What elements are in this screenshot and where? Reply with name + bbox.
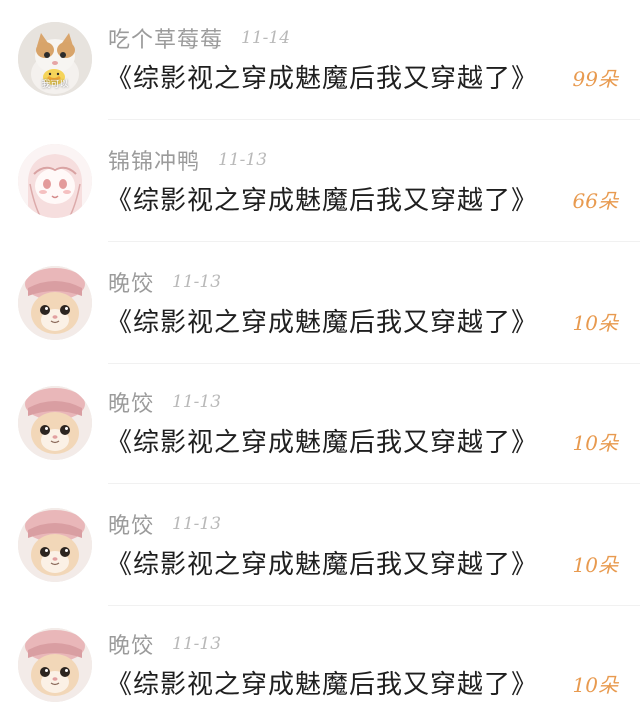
avatar[interactable] [18, 144, 92, 218]
flower-count: 99朵 [572, 67, 618, 91]
avatar[interactable]: 我可以 [18, 22, 92, 96]
comment-text: 《综影视之穿成魅魔后我又穿越了》 [106, 64, 539, 94]
flower-count: 66朵 [572, 189, 618, 213]
username[interactable]: 晚饺 [108, 386, 154, 418]
comment-item[interactable]: 晚饺 11-13 《综影视之穿成魅魔后我又穿越了》 10朵 [0, 364, 640, 484]
username[interactable]: 锦锦冲鸭 [108, 144, 200, 176]
cat-in-pink-hat-avatar-icon [18, 508, 92, 582]
comment-item[interactable]: 锦锦冲鸭 11-13 《综影视之穿成魅魔后我又穿越了》 66朵 [0, 122, 640, 242]
comment-date: 11-13 [172, 272, 222, 292]
comment-item[interactable]: 我可以 吃个草莓莓 11-14 《综影视之穿成魅魔后我又穿越了》 99朵 [0, 0, 640, 120]
comment-list: 我可以 吃个草莓莓 11-14 《综影视之穿成魅魔后我又穿越了》 99朵 锦锦冲… [0, 0, 640, 728]
comment-date: 11-14 [241, 28, 291, 48]
comment-meta: 锦锦冲鸭 11-13 [108, 144, 267, 176]
flower-count: 10朵 [572, 553, 618, 577]
flower-count: 10朵 [572, 311, 618, 335]
comment-meta: 晚饺 11-13 [108, 508, 221, 540]
username[interactable]: 晚饺 [108, 508, 154, 540]
flower-count: 10朵 [572, 431, 618, 455]
comment-date: 11-13 [172, 634, 222, 654]
anime-girl-avatar-icon [18, 144, 92, 218]
comment-text: 《综影视之穿成魅魔后我又穿越了》 [106, 186, 539, 216]
divider [108, 119, 640, 120]
comment-text: 《综影视之穿成魅魔后我又穿越了》 [106, 428, 539, 458]
comment-text: 《综影视之穿成魅魔后我又穿越了》 [106, 670, 539, 700]
comment-item[interactable]: 晚饺 11-13 《综影视之穿成魅魔后我又穿越了》 10朵 [0, 486, 640, 606]
comment-date: 11-13 [218, 150, 268, 170]
cat-in-pink-hat-avatar-icon [18, 628, 92, 702]
avatar[interactable] [18, 266, 92, 340]
comment-date: 11-13 [172, 392, 222, 412]
comment-meta: 晚饺 11-13 [108, 386, 221, 418]
comment-meta: 吃个草莓莓 11-14 [108, 22, 290, 54]
comment-date: 11-13 [172, 514, 222, 534]
comment-text: 《综影视之穿成魅魔后我又穿越了》 [106, 308, 539, 338]
cat-in-pink-hat-avatar-icon [18, 266, 92, 340]
comment-meta: 晚饺 11-13 [108, 266, 221, 298]
cat-in-pink-hat-avatar-icon [18, 386, 92, 460]
username[interactable]: 吃个草莓莓 [108, 22, 223, 54]
avatar-caption: 我可以 [41, 80, 69, 90]
divider [108, 241, 640, 242]
avatar[interactable] [18, 508, 92, 582]
username[interactable]: 晚饺 [108, 266, 154, 298]
avatar[interactable] [18, 386, 92, 460]
comment-text: 《综影视之穿成魅魔后我又穿越了》 [106, 550, 539, 580]
flower-count: 10朵 [572, 673, 618, 697]
divider [108, 483, 640, 484]
comment-item[interactable]: 晚饺 11-13 《综影视之穿成魅魔后我又穿越了》 10朵 [0, 606, 640, 726]
avatar[interactable] [18, 628, 92, 702]
username[interactable]: 晚饺 [108, 628, 154, 660]
comment-meta: 晚饺 11-13 [108, 628, 221, 660]
comment-item[interactable]: 晚饺 11-13 《综影视之穿成魅魔后我又穿越了》 10朵 [0, 244, 640, 364]
